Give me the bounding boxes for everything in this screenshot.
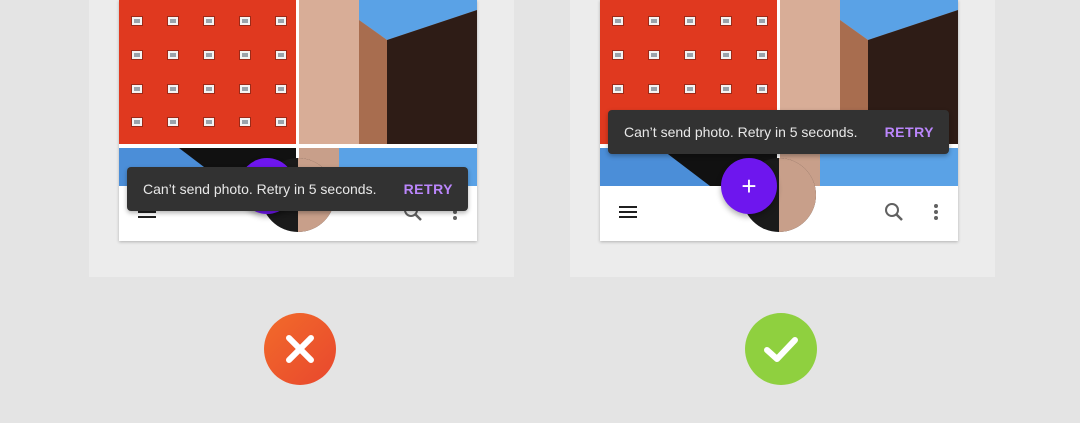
search-icon[interactable] <box>882 200 906 224</box>
snackbar-retry-button[interactable]: RETRY <box>885 124 934 140</box>
snackbar: Can’t send photo. Retry in 5 seconds. RE… <box>608 110 949 154</box>
correct-badge <box>745 313 817 385</box>
fab-add-button[interactable]: + <box>721 158 777 214</box>
snackbar-message: Can’t send photo. Retry in 5 seconds. <box>143 181 377 197</box>
menu-icon[interactable] <box>616 200 640 224</box>
photo-red-building[interactable] <box>119 0 296 144</box>
snackbar-retry-button[interactable]: RETRY <box>404 181 453 197</box>
more-vert-icon[interactable] <box>924 200 948 224</box>
x-icon <box>286 335 314 363</box>
bottom-app-bar <box>600 158 958 241</box>
photo-beige-building[interactable] <box>299 0 477 144</box>
incorrect-example-panel: + Can’t send photo. Retry in 5 seconds. … <box>89 0 514 277</box>
correct-example-panel: Can’t send photo. Retry in 5 seconds. RE… <box>570 0 995 277</box>
incorrect-badge <box>264 313 336 385</box>
snackbar: Can’t send photo. Retry in 5 seconds. RE… <box>127 167 468 211</box>
snackbar-message: Can’t send photo. Retry in 5 seconds. <box>624 124 858 140</box>
check-icon <box>764 337 798 362</box>
